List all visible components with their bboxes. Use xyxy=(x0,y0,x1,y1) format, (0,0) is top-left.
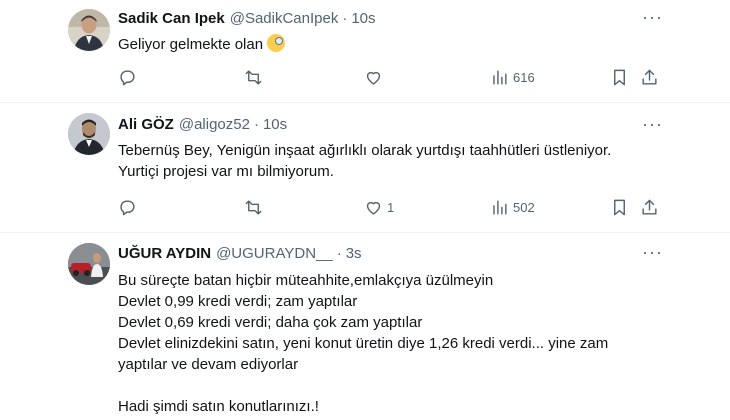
action-bar: 616 xyxy=(118,66,662,88)
heart-icon xyxy=(366,201,381,215)
reply-button[interactable] xyxy=(118,198,141,217)
bookmark-icon xyxy=(614,69,625,85)
avatar[interactable] xyxy=(68,243,110,285)
tweet[interactable]: Sadik Can Ipek @SadikCanIpek · 10s Geliy… xyxy=(0,0,730,103)
monocle-face-emoji-icon xyxy=(267,34,286,52)
separator-dot: · xyxy=(336,245,342,262)
tweet-header: Sadik Can Ipek @SadikCanIpek · 10s xyxy=(118,9,670,29)
timestamp[interactable]: 3s xyxy=(346,244,362,264)
tweet-content: Sadik Can Ipek @SadikCanIpek · 10s Geliy… xyxy=(118,9,670,55)
tweet-content: UĞUR AYDIN @UGURAYDN__ · 3s Bu süreçte b… xyxy=(118,244,670,417)
separator-dot: · xyxy=(342,10,348,27)
share-button[interactable] xyxy=(640,68,659,87)
views-count: 502 xyxy=(513,199,535,215)
tweet-header: UĞUR AYDIN @UGURAYDN__ · 3s xyxy=(118,244,670,264)
share-icon xyxy=(642,199,657,215)
like-count: 1 xyxy=(387,199,395,215)
tweet-content: Ali GÖZ @aligoz52 · 10s Tebernüş Bey, Ye… xyxy=(118,115,670,182)
tweet[interactable]: Ali GÖZ @aligoz52 · 10s Tebernüş Bey, Ye… xyxy=(0,103,730,233)
more-dots-icon[interactable]: ··· xyxy=(642,115,662,137)
more-dots-icon[interactable]: ··· xyxy=(642,243,662,265)
views-count: 616 xyxy=(513,69,535,85)
user-handle[interactable]: @UGURAYDN__ xyxy=(216,244,333,264)
avatar[interactable] xyxy=(68,9,110,51)
tweet[interactable]: UĞUR AYDIN @UGURAYDN__ · 3s Bu süreçte b… xyxy=(0,233,730,420)
like-button[interactable]: 1 xyxy=(364,198,394,217)
views-button[interactable]: 502 xyxy=(490,198,535,217)
tweet-header: Ali GÖZ @aligoz52 · 10s xyxy=(118,115,670,135)
bookmark-button[interactable] xyxy=(610,68,629,87)
retweet-button[interactable] xyxy=(244,68,267,87)
user-handle[interactable]: @SadikCanIpek xyxy=(230,9,339,29)
retweet-icon xyxy=(245,199,262,215)
reply-icon xyxy=(120,199,135,215)
display-name[interactable]: Ali GÖZ xyxy=(118,115,174,135)
timestamp[interactable]: 10s xyxy=(263,115,287,135)
display-name[interactable]: UĞUR AYDIN xyxy=(118,244,211,264)
share-icon xyxy=(642,69,657,85)
display-name[interactable]: Sadik Can Ipek xyxy=(118,9,225,29)
retweet-button[interactable] xyxy=(244,198,267,217)
bookmark-button[interactable] xyxy=(610,198,629,217)
reply-button[interactable] xyxy=(118,68,141,87)
tweet-feed: Sadik Can Ipek @SadikCanIpek · 10s Geliy… xyxy=(0,0,730,420)
timestamp[interactable]: 10s xyxy=(351,9,375,29)
reply-icon xyxy=(120,69,135,85)
tweet-text: Bu süreçte batan hiçbir müteahhite,emlak… xyxy=(118,272,609,415)
tweet-text: Tebernüş Bey, Yenigün inşaat ağırlıklı o… xyxy=(118,142,612,180)
views-chart-icon xyxy=(493,199,507,215)
more-dots-icon[interactable]: ··· xyxy=(642,8,662,30)
heart-icon xyxy=(366,71,381,85)
views-button[interactable]: 616 xyxy=(490,68,535,87)
action-bar: 1 502 xyxy=(118,196,662,218)
retweet-icon xyxy=(245,69,262,85)
separator-dot: · xyxy=(253,116,259,133)
avatar[interactable] xyxy=(68,113,110,155)
bookmark-icon xyxy=(614,199,625,215)
views-chart-icon xyxy=(493,69,507,85)
tweet-text: Geliyor gelmekte olan xyxy=(118,34,670,55)
share-button[interactable] xyxy=(640,198,659,217)
like-button[interactable] xyxy=(364,68,387,87)
tweet-text-body: Geliyor gelmekte olan xyxy=(118,36,264,53)
user-handle[interactable]: @aligoz52 xyxy=(179,115,250,135)
